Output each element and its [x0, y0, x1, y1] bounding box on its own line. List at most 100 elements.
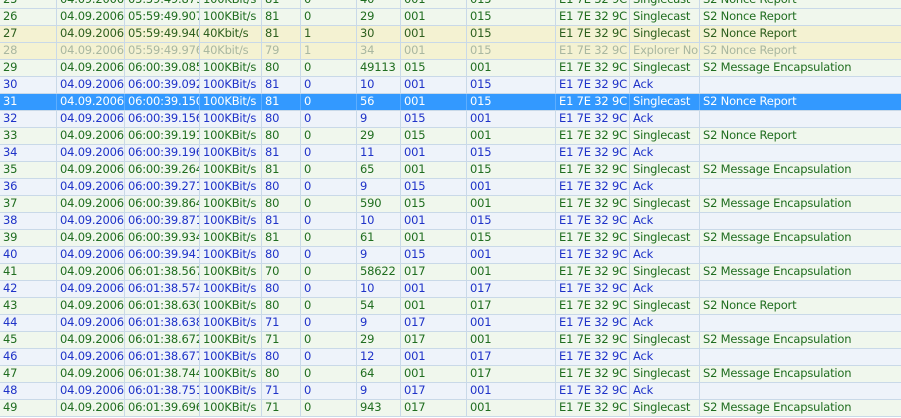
cell-date: 04.09.2006 — [57, 196, 125, 212]
table-row[interactable]: 37 04.09.2006 06:00:39.864 100KBit/s 80 0 590 0… — [0, 196, 901, 213]
cell-source: 001 — [401, 43, 467, 59]
table-row[interactable]: 47 04.09.2006 06:01:38.744 100KBit/s 80 0 64 00… — [0, 366, 901, 383]
table-row[interactable]: 48 04.09.2006 06:01:38.751 100KBit/s 71 0 9 017… — [0, 383, 901, 400]
table-row[interactable]: 30 04.09.2006 06:00:39.092 100KBit/s 81 0 10 00… — [0, 77, 901, 94]
cell-date: 04.09.2006 — [57, 77, 125, 93]
cell-home-id: E1 7E 32 9C — [556, 366, 630, 382]
cell-destination: 001 — [467, 332, 556, 348]
table-row[interactable]: 46 04.09.2006 06:01:38.677 100KBit/s 80 0 12 00… — [0, 349, 901, 366]
cell-type: Singlecast — [630, 26, 700, 42]
cell-destination: 015 — [467, 145, 556, 161]
cell-no: 32 — [0, 111, 57, 127]
cell-channel: 1 — [301, 26, 357, 42]
cell-time: 06:01:38.677 — [125, 349, 200, 365]
cell-source: 001 — [401, 298, 467, 314]
table-row[interactable]: 28 04.09.2006 05:59:49.976 40Kbit/s 79 1 34 001… — [0, 43, 901, 60]
cell-no: 45 — [0, 332, 57, 348]
cell-destination: 001 — [467, 196, 556, 212]
cell-home-id: E1 7E 32 9C — [556, 264, 630, 280]
table-row[interactable]: 29 04.09.2006 06:00:39.085 100KBit/s 80 0 4911… — [0, 60, 901, 77]
cell-time: 06:00:39.092 — [125, 77, 200, 93]
cell-source: 001 — [401, 0, 467, 8]
cell-rssi: 81 — [262, 145, 301, 161]
table-row[interactable]: 49 04.09.2006 06:01:39.696 100KBit/s 71 0 943 0… — [0, 400, 901, 417]
cell-length: 30 — [357, 26, 401, 42]
cell-source: 001 — [401, 77, 467, 93]
cell-home-id: E1 7E 32 9C — [556, 77, 630, 93]
cell-type: Singlecast — [630, 60, 700, 76]
cell-date: 04.09.2006 — [57, 298, 125, 314]
cell-command: S2 Nonce Report — [703, 9, 797, 23]
cell-rssi: 81 — [262, 77, 301, 93]
cell-destination: 015 — [467, 230, 556, 246]
cell-no: 38 — [0, 213, 57, 229]
cell-speed: 100KBit/s — [200, 247, 262, 263]
table-row[interactable]: 40 04.09.2006 06:00:39.941 100KBit/s 80 0 9 015… — [0, 247, 901, 264]
cell-date: 04.09.2006 — [57, 111, 125, 127]
table-row[interactable]: 26 04.09.2006 05:59:49.907 100KBit/s 81 0 29 00… — [0, 9, 901, 26]
cell-length: 49113 — [357, 60, 401, 76]
cell-rssi: 71 — [262, 400, 301, 416]
cell-speed: 100KBit/s — [200, 230, 262, 246]
cell-time: 05:59:49.879 — [125, 0, 200, 8]
cell-channel: 0 — [301, 196, 357, 212]
cell-rssi: 71 — [262, 315, 301, 331]
table-row[interactable]: 45 04.09.2006 06:01:38.672 100KBit/s 71 0 29 01… — [0, 332, 901, 349]
cell-type: Singlecast — [630, 0, 700, 8]
cell-source: 001 — [401, 26, 467, 42]
cell-date: 04.09.2006 — [57, 400, 125, 416]
cell-time: 06:00:39.941 — [125, 247, 200, 263]
cell-no: 47 — [0, 366, 57, 382]
cell-command — [700, 145, 901, 161]
table-row[interactable]: 44 04.09.2006 06:01:38.638 100KBit/s 71 0 9 017… — [0, 315, 901, 332]
cell-channel: 0 — [301, 315, 357, 331]
cell-rssi: 80 — [262, 60, 301, 76]
table-row[interactable]: 38 04.09.2006 06:00:39.871 100KBit/s 81 0 10 00… — [0, 213, 901, 230]
table-row[interactable]: 2504.09.200605:59:49.879100KBit/s8104000… — [0, 0, 901, 9]
table-row[interactable]: 33 04.09.2006 06:00:39.191 100KBit/s 80 0 29 01… — [0, 128, 901, 145]
table-row[interactable]: 41 04.09.2006 06:01:38.567 100KBit/s 70 0 5862… — [0, 264, 901, 281]
cell-time: 05:59:49.940 — [125, 26, 200, 42]
cell-rssi: 71 — [262, 332, 301, 348]
cell-home-id: E1 7E 32 9C — [556, 196, 630, 212]
cell-length: 64 — [357, 366, 401, 382]
cell-destination: 015 — [467, 43, 556, 59]
cell-date: 04.09.2006 — [57, 94, 125, 110]
cell-no: 37 — [0, 196, 57, 212]
cell-source: 015 — [401, 196, 467, 212]
cell-command: S2 Nonce Report — [703, 26, 797, 40]
cell-source: 001 — [401, 94, 467, 110]
cell-time: 06:00:39.264 — [125, 162, 200, 178]
cell-time: 05:59:49.907 — [125, 9, 200, 25]
table-row[interactable]: 43 04.09.2006 06:01:38.630 100KBit/s 80 0 54 00… — [0, 298, 901, 315]
table-row[interactable]: 35 04.09.2006 06:00:39.264 100KBit/s 81 0 65 00… — [0, 162, 901, 179]
cell-rssi: 80 — [262, 179, 301, 195]
cell-time: 06:01:38.638 — [125, 315, 200, 331]
cell-no: 42 — [0, 281, 57, 297]
cell-command — [700, 383, 901, 399]
table-row[interactable]: 27 04.09.2006 05:59:49.940 40Kbit/s 81 1 30 001… — [0, 26, 901, 43]
cell-command: S2 Message Encapsulation — [703, 60, 852, 74]
cell-source: 017 — [401, 400, 467, 416]
table-row[interactable]: 36 04.09.2006 06:00:39.271 100KBit/s 80 0 9 015… — [0, 179, 901, 196]
cell-time: 06:01:38.630 — [125, 298, 200, 314]
cell-rssi: 81 — [262, 230, 301, 246]
cell-length: 40 — [357, 0, 401, 8]
cell-command: S2 Message Encapsulation — [703, 264, 852, 278]
table-row[interactable]: 42 04.09.2006 06:01:38.574 100KBit/s 80 0 10 00… — [0, 281, 901, 298]
cell-channel: 0 — [301, 298, 357, 314]
cell-command — [700, 315, 901, 331]
cell-rssi: 80 — [262, 196, 301, 212]
table-row[interactable]: 34 04.09.2006 06:00:39.196 100KBit/s 81 0 11 00… — [0, 145, 901, 162]
cell-date: 04.09.2006 — [57, 26, 125, 42]
cell-speed: 100KBit/s — [200, 383, 262, 399]
table-row[interactable]: 32 04.09.2006 06:00:39.156 100KBit/s 80 0 9 015… — [0, 111, 901, 128]
cell-length: 10 — [357, 213, 401, 229]
cell-rssi: 80 — [262, 247, 301, 263]
cell-no: 41 — [0, 264, 57, 280]
cell-length: 9 — [357, 111, 401, 127]
cell-speed: 100KBit/s — [200, 332, 262, 348]
table-row-selected[interactable]: 31 04.09.2006 06:00:39.150 100KBit/s 81 0 56 00… — [0, 94, 901, 111]
table-row[interactable]: 39 04.09.2006 06:00:39.934 100KBit/s 81 0 61 00… — [0, 230, 901, 247]
cell-speed: 100KBit/s — [200, 366, 262, 382]
